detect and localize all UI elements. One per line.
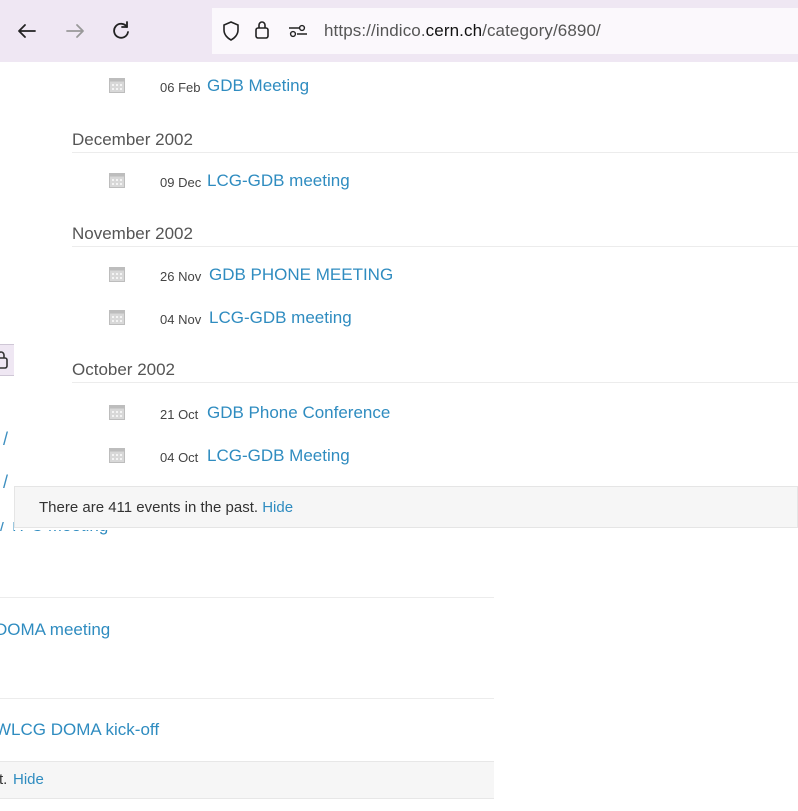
divider: [0, 597, 494, 598]
browser-toolbar: https://indico.cern.ch/category/6890/: [0, 0, 798, 62]
event-link[interactable]: GDB Meeting: [207, 76, 309, 96]
back-event-link-doma-kickoff[interactable]: WLCG DOMA kick-off: [0, 720, 159, 740]
back-event-link-doma-meeting[interactable]: DOMA meeting: [0, 620, 110, 640]
url-text[interactable]: https://indico.cern.ch/category/6890/: [324, 21, 601, 41]
calendar-icon: [109, 310, 125, 325]
browser-window: https://indico.cern.ch/category/6890/ 06…: [0, 0, 798, 530]
event-link[interactable]: GDB PHONE MEETING: [209, 265, 393, 285]
calendar-icon: [109, 267, 125, 282]
calendar-icon: [109, 78, 125, 93]
past-events-notice: There are 411 events in the past. Hide: [14, 486, 798, 528]
breadcrumb-separator: /: [3, 472, 9, 492]
month-heading: October 2002: [72, 360, 176, 379]
permissions-icon[interactable]: [288, 23, 308, 39]
lock-icon: [0, 351, 8, 369]
divider: [72, 382, 798, 383]
divider: [72, 246, 798, 247]
back-past-events-notice: t. Hide: [0, 761, 494, 799]
event-link[interactable]: GDB Phone Conference: [207, 403, 390, 423]
back-arrow-icon[interactable]: [14, 18, 40, 44]
calendar-icon: [109, 405, 125, 420]
back-notice-text: t.: [0, 771, 8, 788]
past-events-text: There are 411 events in the past.: [39, 499, 259, 516]
event-date: 06 Feb: [160, 80, 201, 95]
event-date: 21 Oct: [160, 407, 199, 422]
hide-past-events-link[interactable]: Hide: [262, 499, 293, 516]
month-heading: December 2002: [72, 130, 193, 149]
breadcrumb-separator: /: [3, 429, 9, 449]
event-date: 09 Dec: [160, 175, 202, 190]
forward-arrow-icon[interactable]: [62, 18, 88, 44]
event-date: 04 Nov: [160, 312, 202, 327]
calendar-icon: [109, 448, 125, 463]
event-link[interactable]: LCG-GDB meeting: [209, 308, 352, 328]
address-bar[interactable]: https://indico.cern.ch/category/6890/: [212, 8, 798, 54]
background-window-toolbar: [0, 344, 14, 376]
event-link[interactable]: LCG-GDB meeting: [207, 171, 350, 191]
lock-icon[interactable]: [254, 20, 270, 40]
event-date: 04 Oct: [160, 450, 199, 465]
event-link[interactable]: LCG-GDB Meeting: [207, 446, 350, 466]
month-heading: November 2002: [72, 224, 193, 243]
event-date: 26 Nov: [160, 269, 202, 284]
back-hide-link[interactable]: Hide: [13, 771, 44, 788]
divider: [0, 698, 494, 699]
reload-icon[interactable]: [108, 18, 134, 44]
divider: [72, 152, 798, 153]
shield-icon[interactable]: [222, 21, 240, 41]
calendar-icon: [109, 173, 125, 188]
